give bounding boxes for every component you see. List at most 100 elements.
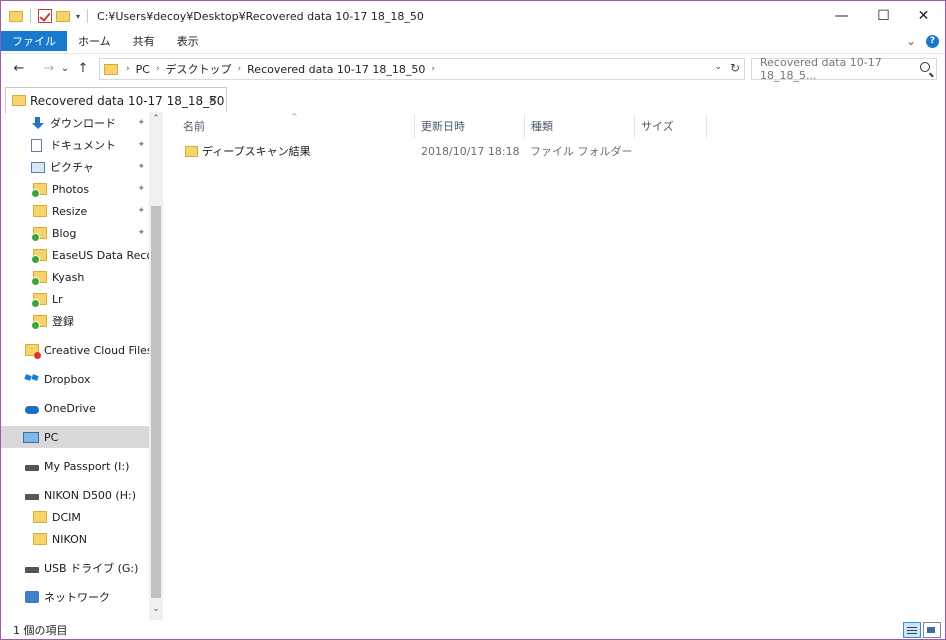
pin-icon[interactable]: ✦ bbox=[137, 228, 145, 238]
sidebar-item-dropbox[interactable]: Dropbox bbox=[1, 368, 149, 390]
drive-icon bbox=[25, 493, 39, 500]
pc-icon bbox=[23, 431, 39, 443]
sidebar-item-label: ネットワーク bbox=[44, 591, 110, 604]
sidebar-item-blog[interactable]: Blog ✦ bbox=[1, 222, 149, 244]
tab-share[interactable]: 共有 bbox=[122, 31, 166, 51]
details-view-icon bbox=[907, 633, 917, 634]
sidebar-item-kyash[interactable]: Kyash bbox=[1, 266, 149, 288]
search-icon[interactable] bbox=[920, 62, 930, 72]
sidebar-item-pc[interactable]: PC bbox=[1, 426, 149, 448]
sidebar-item-network[interactable]: ネットワーク bbox=[1, 586, 149, 608]
search-input[interactable]: Recovered data 10-17 18_18_5... bbox=[751, 56, 937, 82]
help-icon[interactable]: ? bbox=[926, 34, 939, 48]
sidebar-item-pictures[interactable]: ピクチャ ✦ bbox=[1, 156, 149, 178]
folder-icon bbox=[33, 205, 47, 217]
breadcrumb-separator[interactable]: › bbox=[126, 64, 130, 74]
folder-tab[interactable]: Recovered data 10-17 18_18_50 ✕ bbox=[5, 87, 227, 113]
properties-icon[interactable] bbox=[38, 9, 52, 23]
column-header-name[interactable]: 名前 bbox=[177, 114, 415, 138]
table-row[interactable]: ディープスキャン結果 2018/10/17 18:18 ファイル フォルダー bbox=[177, 140, 637, 162]
sidebar-item-label: EaseUS Data Recover bbox=[52, 248, 149, 262]
folder-tab-label: Recovered data 10-17 18_18_50 bbox=[30, 93, 225, 108]
download-icon bbox=[31, 117, 45, 129]
tab-home[interactable]: ホーム bbox=[67, 31, 122, 51]
sidebar-item-nikon[interactable]: NIKON bbox=[1, 528, 149, 550]
navigation-scrollbar[interactable]: ⌃ ⌄ bbox=[149, 112, 163, 620]
column-header-type[interactable]: 種類 bbox=[525, 114, 635, 138]
drive-icon bbox=[25, 464, 39, 471]
sidebar-item-label: Kyash bbox=[52, 270, 85, 284]
new-folder-icon[interactable] bbox=[56, 10, 70, 22]
sidebar-item-creative-cloud[interactable]: Creative Cloud Files bbox=[1, 339, 149, 361]
breadcrumb-pc[interactable]: PC bbox=[136, 63, 150, 76]
scroll-up-icon[interactable]: ⌃ bbox=[149, 114, 163, 128]
file-type: ファイル フォルダー bbox=[530, 145, 633, 158]
address-dropdown-icon[interactable]: ⌄ bbox=[714, 62, 722, 72]
column-header-size[interactable]: サイズ bbox=[635, 114, 707, 138]
breadcrumb-separator[interactable]: › bbox=[238, 64, 242, 74]
folder-icon[interactable] bbox=[9, 10, 23, 22]
breadcrumb-separator[interactable]: › bbox=[431, 64, 435, 74]
sidebar-item-label: Blog bbox=[52, 226, 77, 240]
tab-file[interactable]: ファイル bbox=[1, 31, 67, 51]
large-icons-view-button[interactable] bbox=[923, 622, 941, 638]
search-placeholder: Recovered data 10-17 18_18_5... bbox=[760, 56, 882, 82]
address-bar[interactable]: › PC › デスクトップ › Recovered data 10-17 18_… bbox=[99, 58, 745, 80]
pin-icon[interactable]: ✦ bbox=[137, 140, 145, 150]
sidebar-item-documents[interactable]: ドキュメント ✦ bbox=[1, 134, 149, 156]
ribbon-tabs: ファイル ホーム 共有 表示 ⌄ ? bbox=[1, 31, 945, 51]
maximize-button[interactable]: ☐ bbox=[861, 1, 906, 31]
sidebar-item-nikon-d500[interactable]: NIKON D500 (H:) bbox=[1, 484, 149, 506]
ribbon-help-area: ⌄ ? bbox=[906, 31, 939, 51]
item-count: 1 個の項目 bbox=[13, 624, 68, 637]
sidebar-item-usb-drive[interactable]: USB ドライブ (G:) bbox=[1, 557, 149, 579]
back-button[interactable]: ← bbox=[9, 59, 29, 79]
folder-icon bbox=[33, 511, 47, 523]
close-button[interactable]: ✕ bbox=[901, 1, 946, 31]
folder-sync-icon bbox=[31, 249, 47, 264]
breadcrumb-desktop[interactable]: デスクトップ bbox=[166, 61, 232, 77]
document-icon bbox=[31, 138, 42, 152]
sidebar-item-dcim[interactable]: DCIM bbox=[1, 506, 149, 528]
breadcrumb-recovered-data[interactable]: Recovered data 10-17 18_18_50 bbox=[247, 63, 425, 76]
sidebar-item-registration[interactable]: 登録 bbox=[1, 310, 149, 332]
close-tab-icon[interactable]: ✕ bbox=[208, 93, 218, 107]
pin-icon[interactable]: ✦ bbox=[137, 206, 145, 216]
forward-button[interactable]: → bbox=[39, 59, 59, 79]
sidebar-item-label: 登録 bbox=[52, 315, 74, 328]
pin-icon[interactable]: ✦ bbox=[137, 118, 145, 128]
customize-toolbar-icon[interactable]: ▾ bbox=[76, 12, 80, 21]
scroll-down-icon[interactable]: ⌄ bbox=[149, 604, 163, 618]
large-icons-view-icon bbox=[927, 627, 935, 633]
scrollbar-thumb[interactable] bbox=[151, 206, 161, 598]
sidebar-item-label: DCIM bbox=[52, 510, 81, 524]
onedrive-icon bbox=[25, 406, 39, 414]
folder-sync-icon bbox=[31, 183, 47, 198]
folder-icon bbox=[33, 533, 47, 545]
tab-view[interactable]: 表示 bbox=[166, 31, 210, 51]
sidebar-item-my-passport[interactable]: My Passport (I:) bbox=[1, 455, 149, 477]
sidebar-item-downloads[interactable]: ダウンロード ✦ bbox=[1, 112, 149, 134]
sidebar-item-photos[interactable]: Photos ✦ bbox=[1, 178, 149, 200]
breadcrumb-separator[interactable]: › bbox=[156, 64, 160, 74]
minimize-button[interactable]: — bbox=[819, 1, 864, 31]
sidebar-item-label: Photos bbox=[52, 182, 90, 196]
file-list: ^ 名前 更新日時 種類 サイズ ディープスキャン結果 2018/10/17 1… bbox=[163, 112, 945, 620]
refresh-icon[interactable]: ↻ bbox=[730, 61, 740, 75]
recent-locations-button[interactable]: ⌄ bbox=[59, 59, 71, 79]
sidebar-item-resize[interactable]: Resize ✦ bbox=[1, 200, 149, 222]
sidebar-item-label: ダウンロード bbox=[50, 117, 116, 130]
column-header-modified[interactable]: 更新日時 bbox=[415, 114, 525, 138]
up-button[interactable]: ↑ bbox=[73, 59, 93, 79]
details-view-icon bbox=[907, 627, 917, 628]
pin-icon[interactable]: ✦ bbox=[137, 162, 145, 172]
explorer-window: ▾ C:¥Users¥decoy¥Desktop¥Recovered data … bbox=[0, 0, 946, 640]
folder-icon bbox=[12, 95, 26, 106]
sidebar-item-onedrive[interactable]: OneDrive bbox=[1, 397, 149, 419]
sidebar-item-easeus[interactable]: EaseUS Data Recover bbox=[1, 244, 149, 266]
sidebar-item-lr[interactable]: Lr bbox=[1, 288, 149, 310]
toolbar-divider bbox=[87, 9, 89, 23]
expand-ribbon-icon[interactable]: ⌄ bbox=[906, 34, 916, 48]
details-view-button[interactable] bbox=[903, 622, 921, 638]
pin-icon[interactable]: ✦ bbox=[137, 184, 145, 194]
